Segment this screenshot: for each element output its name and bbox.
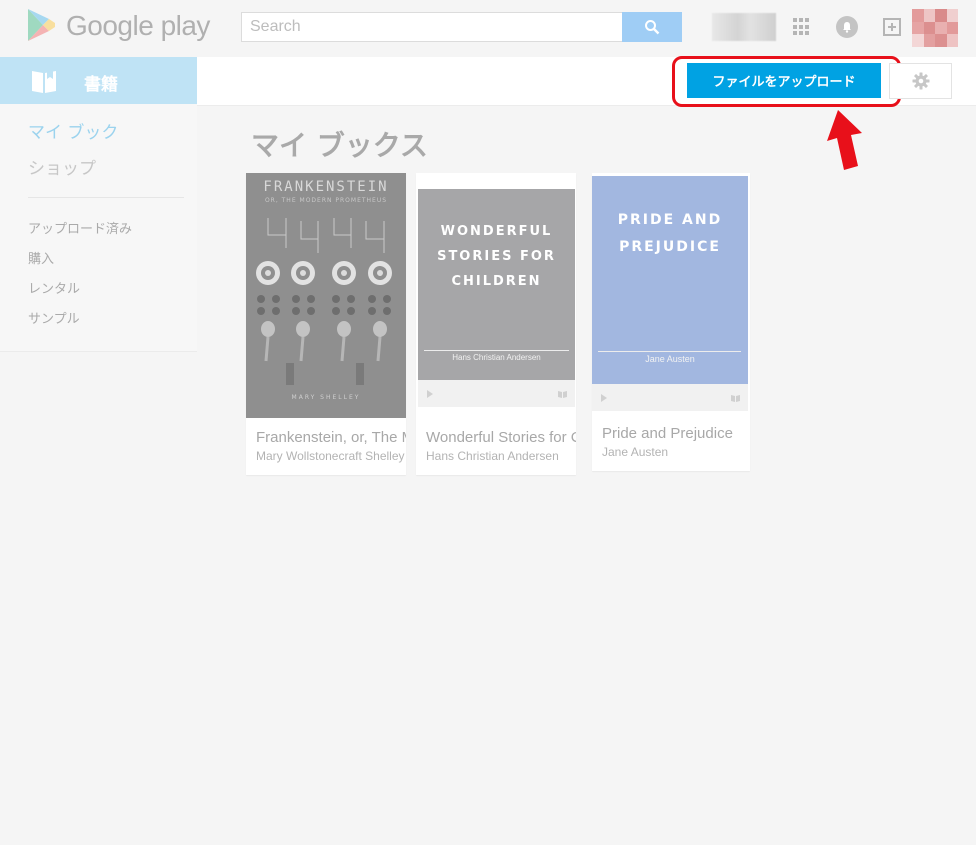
book-icon: [32, 70, 56, 93]
book-card-frankenstein[interactable]: FRANKENSTEIN OR, THE MODERN PROMETHEUS M…: [246, 173, 406, 475]
cover-divider: [424, 350, 569, 351]
sidebar-item-my-books[interactable]: マイ ブック: [28, 118, 118, 143]
sidebar-item-samples[interactable]: サンプル: [28, 308, 80, 327]
book-title[interactable]: Wonderful Stories for Children: [426, 429, 576, 446]
cover-footer: [418, 380, 575, 407]
notifications-icon[interactable]: [836, 16, 858, 38]
upload-highlight-annotation: [672, 56, 901, 107]
cover-author: Jane Austen: [645, 354, 695, 364]
sidebar-item-shop[interactable]: ショップ: [28, 154, 96, 179]
play-logo-icon: [28, 9, 55, 41]
sidebar-divider: [28, 197, 184, 198]
cover-footer: [592, 384, 748, 411]
search-bar: [241, 12, 682, 42]
book-author[interactable]: Jane Austen: [602, 445, 668, 459]
google-play-logo[interactable]: Google play: [26, 8, 216, 44]
book-author[interactable]: Mary Wollstonecraft Shelley: [256, 449, 405, 463]
settings-button[interactable]: [889, 63, 952, 99]
apps-grid-icon[interactable]: [793, 18, 811, 36]
play-small-icon: [427, 390, 433, 398]
book-author[interactable]: Hans Christian Andersen: [426, 449, 559, 463]
cover-author: MARY SHELLEY: [291, 394, 361, 401]
avatar[interactable]: [912, 9, 958, 47]
search-button[interactable]: [622, 12, 682, 42]
cover-art-panel: [246, 173, 406, 418]
page-title: マイ ブックス: [251, 129, 428, 162]
book-cover: FRANKENSTEIN OR, THE MODERN PROMETHEUS M…: [246, 173, 406, 418]
sidebar: マイ ブック ショップ アップロード済み 購入 レンタル サンプル: [0, 104, 197, 352]
account-name-blurred[interactable]: [712, 13, 776, 41]
logo-text: Google play: [66, 10, 210, 41]
book-small-icon: [558, 391, 567, 398]
sidebar-item-purchased[interactable]: 購入: [28, 248, 54, 267]
share-plus-icon[interactable]: [881, 16, 903, 38]
sidebar-item-rentals[interactable]: レンタル: [28, 278, 80, 297]
book-cover: WONDERFUL STORIES FOR CHILDREN Hans Chri…: [418, 189, 575, 380]
cover-divider: [598, 351, 741, 352]
cover-title: WONDERFUL STORIES FOR CHILDREN: [437, 224, 556, 289]
top-bar: Google play: [0, 0, 976, 56]
search-input[interactable]: [241, 12, 622, 42]
cover-subtitle: OR, THE MODERN PROMETHEUS: [264, 197, 388, 204]
book-small-icon: [731, 395, 740, 402]
gear-icon: [912, 72, 929, 90]
book-title[interactable]: Frankenstein, or, The Modern Prometheus: [256, 429, 406, 446]
sidebar-item-uploaded[interactable]: アップロード済み: [28, 218, 132, 237]
cover-author: Hans Christian Andersen: [452, 353, 541, 362]
cover-title: PRIDE AND PREJUDICE: [617, 212, 723, 255]
sidebar-section-books[interactable]: 書籍: [0, 57, 197, 104]
red-arrow-annotation: [827, 110, 862, 170]
book-card-wonderful-stories[interactable]: WONDERFUL STORIES FOR CHILDREN Hans Chri…: [416, 173, 576, 475]
book-title[interactable]: Pride and Prejudice: [602, 425, 733, 442]
sidebar-section-title: 書籍: [84, 75, 118, 95]
book-cover: PRIDE AND PREJUDICE Jane Austen: [592, 176, 748, 384]
book-card-pride-and-prejudice[interactable]: PRIDE AND PREJUDICE Jane Austen Pride an…: [592, 173, 750, 471]
cover-title: FRANKENSTEIN: [263, 179, 389, 195]
search-icon: [645, 20, 660, 35]
play-small-icon: [601, 394, 607, 402]
